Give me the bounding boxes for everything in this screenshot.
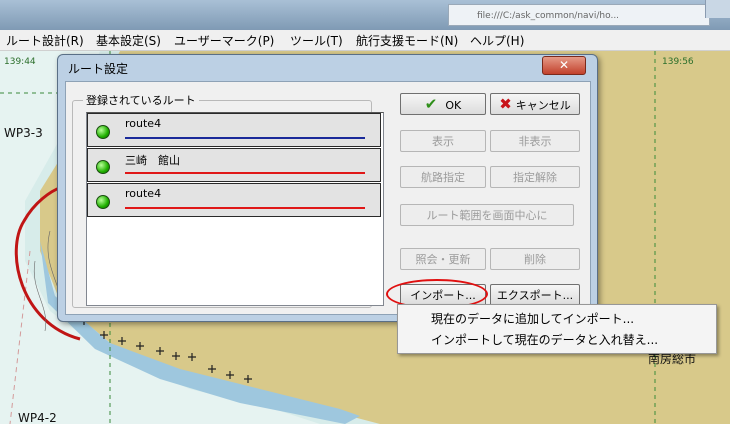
menu-tools[interactable]: ツール(T): [290, 32, 343, 49]
export-button[interactable]: エクスポート...: [490, 284, 580, 306]
route-color-line: [125, 207, 365, 209]
waypoint-label: WP4-2: [18, 411, 57, 424]
route-color-line: [125, 137, 365, 139]
menu-basic-settings[interactable]: 基本設定(S): [96, 32, 161, 49]
route-name: route4: [125, 117, 162, 130]
window-title-strip: file:///C:/ask_common/navi/ho...: [0, 0, 730, 30]
close-button[interactable]: ✕: [542, 56, 586, 75]
map-coord-left: 139:44: [4, 57, 36, 67]
route-name: route4: [125, 187, 162, 200]
menu-item-import-append[interactable]: 現在のデータに追加してインポート...: [431, 310, 634, 327]
route-list-item[interactable]: 三崎 館山: [87, 148, 381, 182]
group-label: 登録されているルート: [83, 92, 199, 108]
show-button[interactable]: 表示: [400, 130, 486, 152]
x-icon: ✖: [499, 95, 512, 113]
dialog-client: 登録されているルート route4 三崎 館山 route4 ✔ OK ✖ キャ…: [65, 81, 591, 315]
menu-route-design[interactable]: ルート設計(R): [6, 32, 84, 49]
import-context-menu: 現在のデータに追加してインポート... インポートして現在のデータと入れ替え..…: [397, 304, 717, 354]
route-settings-dialog: ルート設定 ✕ 登録されているルート route4 三崎 館山 route4 ✔…: [57, 54, 598, 322]
menu-navigation-mode[interactable]: 航行支援モード(N): [356, 32, 458, 49]
route-spec-button[interactable]: 航路指定: [400, 166, 486, 188]
ok-button[interactable]: ✔ OK: [400, 93, 486, 115]
route-color-line: [125, 172, 365, 174]
route-list-item[interactable]: route4: [87, 113, 381, 147]
delete-button[interactable]: 削除: [490, 248, 580, 270]
status-dot-icon: [96, 160, 110, 174]
menu-help[interactable]: ヘルプ(H): [470, 32, 524, 49]
status-dot-icon: [96, 195, 110, 209]
menu-user-mark[interactable]: ユーザーマーク(P): [174, 32, 274, 49]
route-list-item[interactable]: route4: [87, 183, 381, 217]
route-name: 三崎 館山: [125, 154, 180, 167]
query-update-button[interactable]: 照会・更新: [400, 248, 486, 270]
status-dot-icon: [96, 125, 110, 139]
unspec-button[interactable]: 指定解除: [490, 166, 580, 188]
waypoint-label: WP3-3: [4, 126, 43, 140]
hide-button[interactable]: 非表示: [490, 130, 580, 152]
dialog-title: ルート設定: [68, 62, 129, 76]
menu-item-import-replace[interactable]: インポートして現在のデータと入れ替え...: [431, 331, 658, 348]
browser-tab[interactable]: file:///C:/ask_common/navi/ho...: [448, 4, 710, 26]
window-control[interactable]: [705, 0, 730, 18]
route-list[interactable]: route4 三崎 館山 route4: [86, 112, 384, 306]
map-coord-right: 139:56: [662, 57, 694, 67]
check-icon: ✔: [424, 95, 438, 113]
menu-bar: ルート設計(R) 基本設定(S) ユーザーマーク(P) ツール(T) 航行支援モ…: [0, 30, 730, 51]
cancel-button[interactable]: ✖ キャンセル: [490, 93, 580, 115]
center-route-button[interactable]: ルート範囲を画面中心に: [400, 204, 574, 226]
